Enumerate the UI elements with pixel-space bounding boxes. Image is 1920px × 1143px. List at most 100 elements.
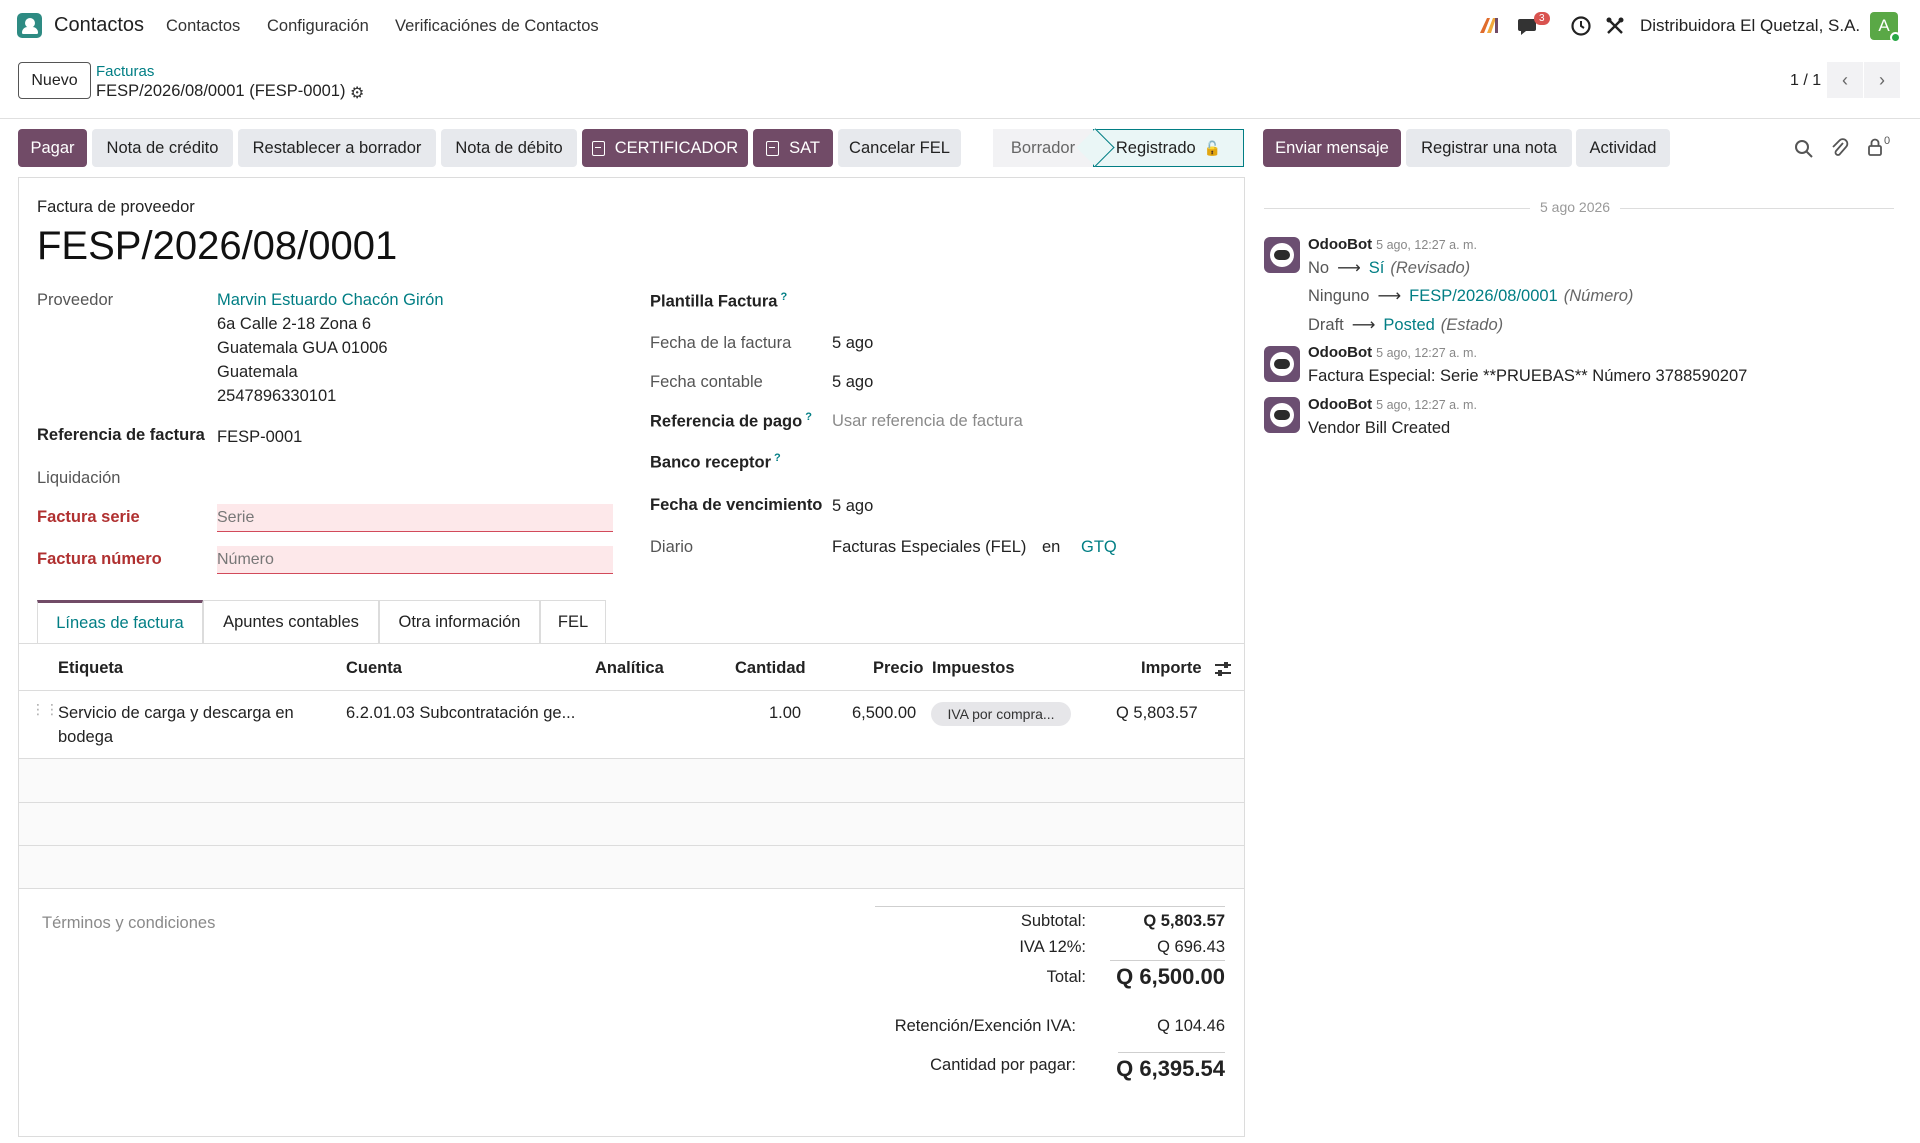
odoobot-avatar[interactable] (1264, 237, 1300, 273)
breadcrumb-facturas[interactable]: Facturas (96, 63, 154, 80)
optional-columns-icon[interactable] (1213, 659, 1233, 679)
send-message-button[interactable]: Enviar mensaje (1263, 129, 1401, 167)
drag-handle-icon[interactable]: ⋮⋮ (31, 702, 59, 716)
help-icon[interactable]: ? (805, 411, 812, 423)
row-etiqueta-line-2[interactable]: bodega (58, 725, 113, 749)
odoobot-avatar[interactable] (1264, 397, 1300, 433)
numero-input[interactable]: Número (217, 546, 613, 574)
table-header-line (19, 690, 1244, 691)
cancel-fel-button[interactable]: Cancelar FEL (838, 129, 961, 167)
help-icon[interactable]: ? (774, 452, 781, 464)
address-line-3: Guatemala (217, 363, 298, 381)
subtotal-label: Subtotal: (1020, 912, 1086, 930)
message-author[interactable]: OdooBot 5 ago, 12:27 a. m. (1308, 396, 1477, 413)
retencion-value: Q 104.46 (1157, 1017, 1225, 1035)
serie-label: Factura serie (37, 508, 140, 526)
empty-row[interactable] (19, 803, 1244, 846)
top-navbar: Contactos Contactos Configuración Verifi… (0, 0, 1920, 52)
serie-input[interactable]: Serie (217, 504, 613, 532)
user-avatar[interactable]: A (1870, 12, 1901, 43)
col-etiqueta[interactable]: Etiqueta (58, 659, 123, 678)
log-note-button[interactable]: Registrar una nota (1406, 129, 1572, 167)
pdf-icon (766, 140, 780, 156)
contacts-app-icon[interactable] (17, 13, 42, 38)
fecha-factura-label: Fecha de la factura (650, 334, 792, 352)
app-name[interactable]: Contactos (54, 14, 144, 37)
header-divider (0, 118, 1920, 119)
pager-value[interactable]: 1 / 1 (1790, 72, 1821, 90)
address-line-1: 6a Calle 2-18 Zona 6 (217, 315, 372, 333)
col-precio[interactable]: Precio (873, 659, 923, 678)
por-pagar-line (1118, 1052, 1225, 1053)
row-cantidad[interactable]: 1.00 (769, 701, 801, 725)
address-line-2: Guatemala GUA 01006 (217, 339, 388, 357)
fecha-contable-label: Fecha contable (650, 373, 763, 391)
fecha-factura-value[interactable]: 5 ago (832, 334, 873, 353)
odoobot-avatar[interactable] (1264, 346, 1300, 382)
search-icon[interactable] (1794, 139, 1814, 159)
activity-clock-icon[interactable] (1570, 15, 1592, 37)
message-author[interactable]: OdooBot 5 ago, 12:27 a. m. (1308, 344, 1477, 361)
row-importe[interactable]: Q 5,803.57 (1116, 701, 1198, 725)
followers-count: 0 (1884, 135, 1891, 147)
pager-previous-icon[interactable]: ‹ (1827, 62, 1863, 98)
vencimiento-label: Fecha de vencimiento (650, 496, 823, 514)
company-name[interactable]: Distribuidora El Quetzal, S.A. (1640, 16, 1860, 36)
proveedor-link[interactable]: Marvin Estuardo Chacón Girón (217, 291, 444, 310)
empty-row[interactable] (19, 759, 1244, 802)
row-impuesto-tag[interactable]: IVA por compra... (931, 702, 1071, 726)
tab-fel[interactable]: FEL (540, 600, 606, 644)
pager-next-icon[interactable]: › (1864, 62, 1900, 98)
row-etiqueta-line-1[interactable]: Servicio de carga y descarga en (58, 701, 294, 725)
date-separator: 5 ago 2026 (1530, 199, 1621, 215)
menu-contactos[interactable]: Contactos (166, 17, 240, 36)
liquidacion-label: Liquidación (37, 469, 121, 487)
total-value: Q 6,500.00 (1116, 964, 1225, 989)
ai-assistant-icon[interactable] (1478, 15, 1500, 35)
row-cuenta[interactable]: 6.2.01.03 Subcontratación ge... (346, 701, 575, 725)
ref-value[interactable]: FESP-0001 (217, 428, 302, 447)
debit-note-button[interactable]: Nota de débito (441, 129, 577, 167)
paperclip-icon[interactable] (1829, 137, 1849, 159)
unlock-icon: 🔓 (1203, 139, 1222, 156)
por-pagar-value: Q 6,395.54 (1116, 1056, 1225, 1081)
menu-verificaciones[interactable]: Verificaciónes de Contactos (395, 17, 599, 36)
tracking-change: No ⟶ Sí (Revisado) (1308, 259, 1471, 277)
diario-label: Diario (650, 538, 694, 556)
tools-icon[interactable] (1604, 15, 1626, 37)
col-cantidad[interactable]: Cantidad (735, 659, 806, 678)
tracking-change: Draft ⟶ Posted (Estado) (1308, 316, 1504, 334)
tab-apuntes-contables[interactable]: Apuntes contables (203, 600, 379, 644)
credit-note-button[interactable]: Nota de crédito (92, 129, 233, 167)
fecha-contable-value[interactable]: 5 ago (832, 373, 873, 392)
certificador-button[interactable]: CERTIFICADOR (582, 129, 748, 167)
empty-row[interactable] (19, 846, 1244, 889)
menu-configuracion[interactable]: Configuración (267, 17, 369, 36)
terms-input[interactable]: Términos y condiciones (42, 914, 215, 933)
message-body: Vendor Bill Created (1308, 419, 1451, 437)
vencimiento-value[interactable]: 5 ago (832, 497, 873, 516)
reset-to-draft-button[interactable]: Restablecer a borrador (238, 129, 436, 167)
iva-value: Q 696.43 (1157, 938, 1225, 956)
followers-icon[interactable] (1866, 137, 1884, 157)
ref-pago-label: Referencia de pago? (650, 411, 812, 431)
col-analitica[interactable]: Analítica (595, 659, 664, 678)
pay-button[interactable]: Pagar (18, 129, 87, 167)
message-author[interactable]: OdooBot 5 ago, 12:27 a. m. (1308, 236, 1477, 253)
total-line (1110, 960, 1225, 961)
col-importe[interactable]: Importe (1141, 659, 1202, 678)
tab-otra-informacion[interactable]: Otra información (379, 600, 540, 644)
help-icon[interactable]: ? (780, 291, 787, 303)
col-cuenta[interactable]: Cuenta (346, 659, 402, 678)
row-precio[interactable]: 6,500.00 (852, 701, 916, 725)
currency-link[interactable]: GTQ (1081, 538, 1117, 557)
new-button[interactable]: Nuevo (18, 62, 91, 99)
col-impuestos[interactable]: Impuestos (932, 659, 1015, 678)
gear-icon[interactable]: ⚙ (350, 83, 364, 103)
status-registrado[interactable]: Registrado 🔓 (1093, 129, 1244, 167)
diario-value[interactable]: Facturas Especiales (FEL) (832, 538, 1026, 557)
ref-pago-input[interactable]: Usar referencia de factura (832, 412, 1023, 431)
activity-button[interactable]: Actividad (1576, 129, 1670, 167)
tab-lineas-factura[interactable]: Líneas de factura (37, 600, 203, 644)
sat-button[interactable]: SAT (753, 129, 833, 167)
